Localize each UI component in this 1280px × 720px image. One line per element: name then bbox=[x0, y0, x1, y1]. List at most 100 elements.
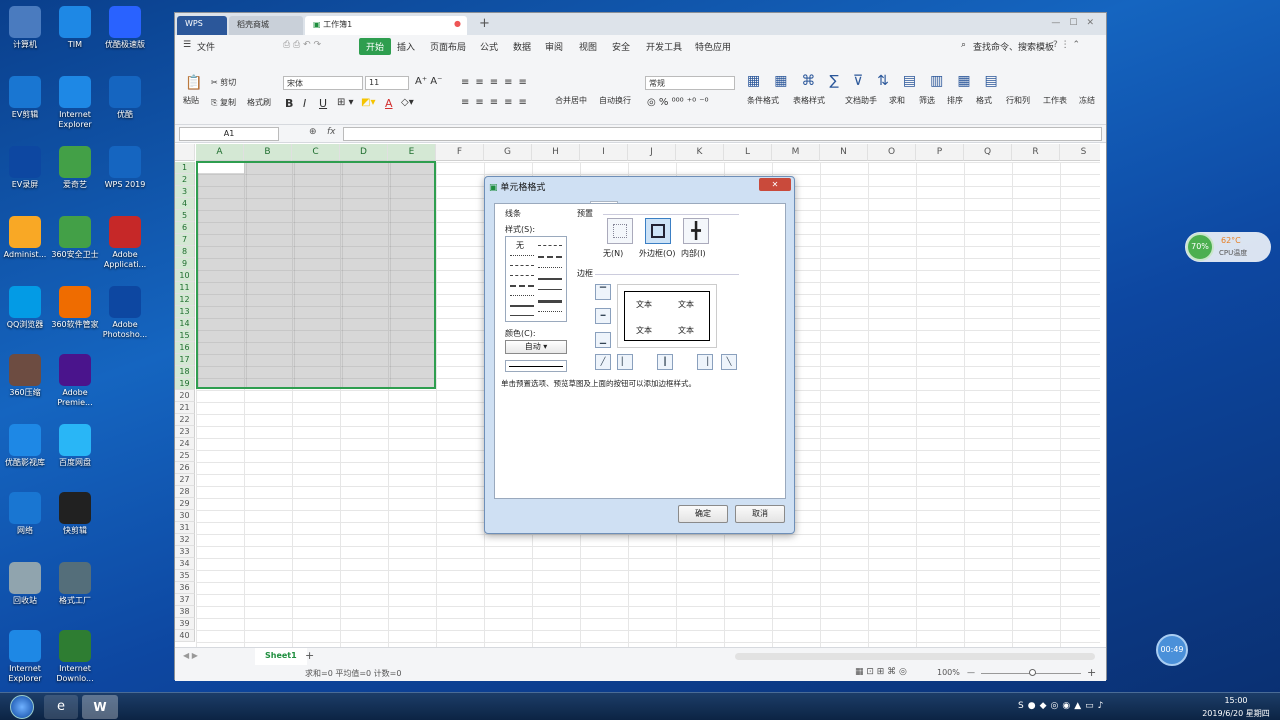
desktop-icon[interactable]: 优酷极速版 bbox=[100, 6, 150, 50]
doc-helper-button[interactable]: 文档助手 bbox=[845, 95, 877, 106]
color-select[interactable]: 自动 ▾ bbox=[505, 340, 567, 354]
row-header[interactable]: 23 bbox=[175, 426, 195, 438]
row-header[interactable]: 3 bbox=[175, 186, 195, 198]
dialog-close-icon[interactable]: ✕ bbox=[759, 178, 791, 191]
menu-security[interactable]: 安全 bbox=[612, 40, 630, 53]
row-header[interactable]: 2 bbox=[175, 174, 195, 186]
line-style-option[interactable] bbox=[510, 285, 534, 287]
row-header[interactable]: 5 bbox=[175, 210, 195, 222]
border-center-button[interactable]: ┃ bbox=[657, 354, 673, 370]
tab-workbook[interactable]: ▣ 工作簿1 ● bbox=[305, 16, 467, 35]
row-header[interactable]: 36 bbox=[175, 582, 195, 594]
row-header[interactable]: 28 bbox=[175, 486, 195, 498]
recording-timer[interactable]: 00:49 bbox=[1156, 634, 1188, 666]
column-header[interactable]: N bbox=[820, 144, 868, 161]
desktop-icon[interactable]: Internet Explorer bbox=[50, 76, 100, 130]
close-tab-icon[interactable]: ● bbox=[454, 19, 461, 28]
cpu-widget[interactable]: 70% 62°C CPU温度 bbox=[1185, 232, 1271, 262]
window-controls[interactable]: — ☐ ✕ bbox=[1051, 15, 1094, 28]
bold-icon[interactable]: B bbox=[285, 97, 293, 110]
sort-button[interactable]: 排序 bbox=[947, 95, 963, 106]
desktop-icon[interactable]: EV录屏 bbox=[0, 146, 50, 190]
clock-time[interactable]: 15:00 bbox=[1206, 696, 1266, 705]
desktop-icon[interactable]: EV剪辑 bbox=[0, 76, 50, 120]
row-header[interactable]: 18 bbox=[175, 366, 195, 378]
row-header[interactable]: 7 bbox=[175, 234, 195, 246]
column-header[interactable]: P bbox=[916, 144, 964, 161]
row-header[interactable]: 25 bbox=[175, 450, 195, 462]
desktop-icon[interactable]: Internet Downlo... bbox=[50, 630, 100, 684]
row-header[interactable]: 27 bbox=[175, 474, 195, 486]
column-header[interactable]: Q bbox=[964, 144, 1012, 161]
row-header[interactable]: 24 bbox=[175, 438, 195, 450]
row-header[interactable]: 21 bbox=[175, 402, 195, 414]
fill-color-icon[interactable]: ◩▾ bbox=[361, 97, 375, 108]
menu-page-layout[interactable]: 页面布局 bbox=[430, 40, 466, 53]
menu-developer[interactable]: 开发工具 bbox=[646, 40, 682, 53]
desktop-icon[interactable]: 360软件管家 bbox=[50, 286, 100, 330]
column-header[interactable]: D bbox=[340, 144, 388, 161]
column-header[interactable]: J bbox=[628, 144, 676, 161]
ok-button[interactable]: 确定 bbox=[678, 505, 728, 523]
row-header[interactable]: 37 bbox=[175, 594, 195, 606]
column-header[interactable]: K bbox=[676, 144, 724, 161]
line-style-option[interactable] bbox=[510, 275, 534, 276]
selected-range[interactable] bbox=[196, 161, 436, 389]
row-header[interactable]: 11 bbox=[175, 282, 195, 294]
format-painter-button[interactable]: 格式刷 bbox=[247, 97, 271, 108]
sheet-tab[interactable]: Sheet1 bbox=[255, 648, 307, 665]
desktop-icon[interactable]: WPS 2019 bbox=[100, 146, 150, 190]
row-header[interactable]: 9 bbox=[175, 258, 195, 270]
border-middle-button[interactable]: ━ bbox=[595, 308, 611, 324]
conditional-format-button[interactable]: 条件格式 bbox=[747, 95, 779, 106]
menu-features[interactable]: 特色应用 bbox=[695, 40, 731, 53]
line-style-option[interactable] bbox=[538, 267, 562, 268]
row-header[interactable]: 19 bbox=[175, 378, 195, 390]
fx-icon[interactable]: fx bbox=[327, 127, 336, 137]
line-style-option[interactable] bbox=[510, 265, 534, 266]
column-header[interactable]: G bbox=[484, 144, 532, 161]
row-header[interactable]: 29 bbox=[175, 498, 195, 510]
sum-button[interactable]: 求和 bbox=[889, 95, 905, 106]
taskbar-ie-icon[interactable]: e bbox=[44, 695, 78, 719]
column-header[interactable]: I bbox=[580, 144, 628, 161]
border-right-button[interactable]: ▕ bbox=[697, 354, 713, 370]
font-color-icon[interactable]: A bbox=[385, 97, 393, 110]
line-style-option[interactable] bbox=[538, 256, 562, 258]
quick-access-icons[interactable]: ⎙ ⎙ ↶ ↷ bbox=[283, 40, 321, 50]
italic-icon[interactable]: I bbox=[303, 97, 306, 110]
percent-icon[interactable]: ◎ % ⁰⁰⁰ ⁺⁰ ⁻⁰ bbox=[647, 97, 709, 108]
line-style-option[interactable] bbox=[538, 300, 562, 303]
column-header[interactable]: E bbox=[388, 144, 436, 161]
desktop-icon[interactable]: Administ... bbox=[0, 216, 50, 260]
row-header[interactable]: 14 bbox=[175, 318, 195, 330]
tab-wps[interactable]: WPS bbox=[177, 16, 227, 35]
desktop-icon[interactable]: 回收站 bbox=[0, 562, 50, 606]
clock-date[interactable]: 2019/6/20 星期四 bbox=[1196, 708, 1276, 719]
column-header[interactable]: B bbox=[244, 144, 292, 161]
row-header[interactable]: 10 bbox=[175, 270, 195, 282]
merge-button[interactable]: 合并居中 bbox=[555, 95, 587, 106]
help-icon[interactable]: ? ⋮ ⌃ bbox=[1053, 40, 1080, 50]
number-format-select[interactable]: 常规 bbox=[645, 76, 735, 90]
desktop-icon[interactable]: 360压缩 bbox=[0, 354, 50, 398]
desktop-icon[interactable]: TIM bbox=[50, 6, 100, 50]
taskbar-wps-icon[interactable]: W bbox=[82, 695, 118, 719]
column-header[interactable]: R bbox=[1012, 144, 1060, 161]
column-header[interactable]: F bbox=[436, 144, 484, 161]
column-header[interactable]: A bbox=[196, 144, 244, 161]
desktop-icon[interactable]: Adobe Applicati... bbox=[100, 216, 150, 270]
row-header[interactable]: 32 bbox=[175, 534, 195, 546]
column-header[interactable]: M bbox=[772, 144, 820, 161]
border-left-button[interactable]: ▏ bbox=[617, 354, 633, 370]
start-button[interactable] bbox=[4, 694, 40, 720]
desktop-icon[interactable]: Adobe Photosho... bbox=[100, 286, 150, 340]
menu-formula[interactable]: 公式 bbox=[480, 40, 498, 53]
hamburger-icon[interactable]: ☰ bbox=[183, 40, 191, 50]
formula-input[interactable] bbox=[343, 127, 1102, 141]
diagonal-down-button[interactable]: ╲ bbox=[721, 354, 737, 370]
column-header[interactable]: L bbox=[724, 144, 772, 161]
zoom-thumb[interactable] bbox=[1029, 669, 1036, 676]
desktop-icon[interactable]: 360安全卫士 bbox=[50, 216, 100, 260]
desktop-icon[interactable]: 格式工厂 bbox=[50, 562, 100, 606]
